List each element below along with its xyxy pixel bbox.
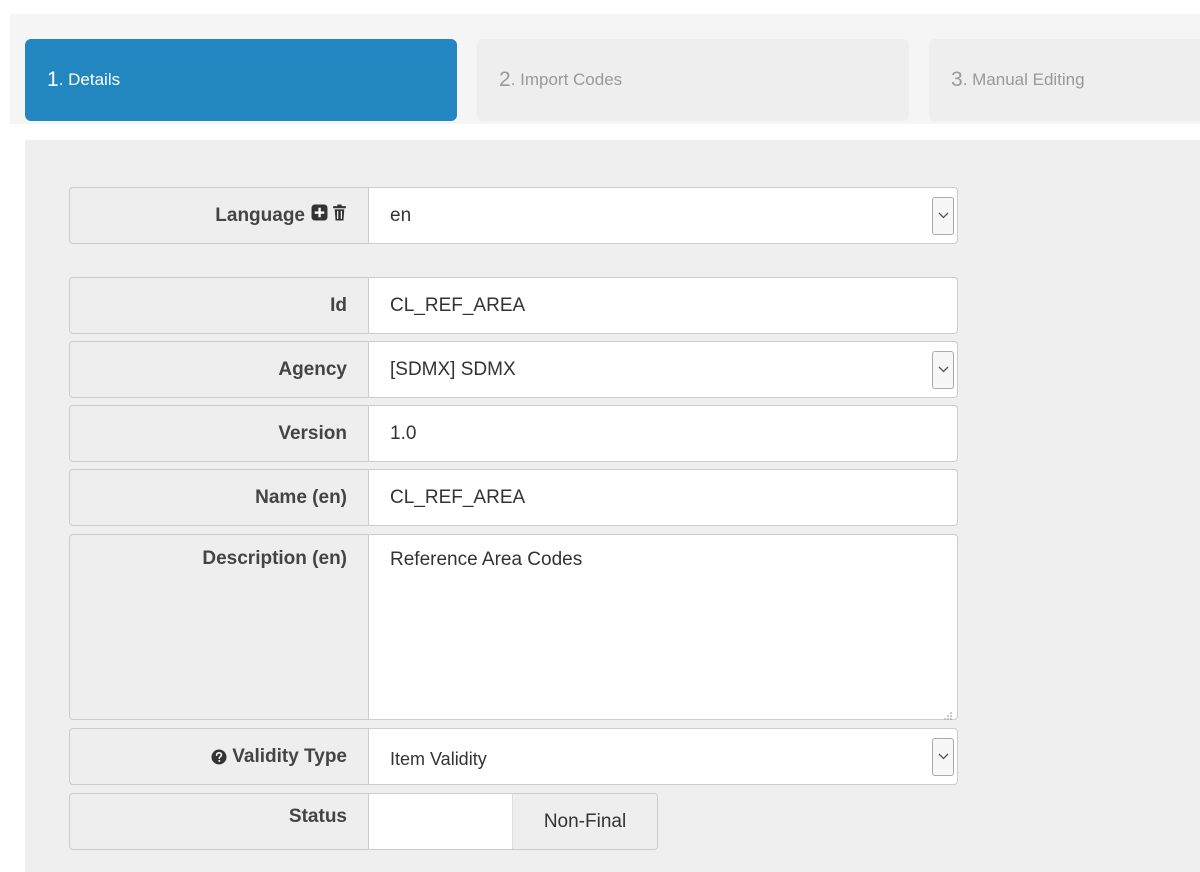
step-number: 1 <box>47 68 59 91</box>
status-toggle-label[interactable]: Non-Final <box>513 794 657 849</box>
id-value: CL_REF_AREA <box>390 294 526 316</box>
name-input[interactable]: CL_REF_AREA <box>368 469 958 526</box>
resize-grip-icon[interactable] <box>943 705 953 720</box>
language-select[interactable]: en <box>368 187 958 244</box>
step-number: 3 <box>951 68 963 91</box>
trash-icon[interactable] <box>332 204 347 227</box>
version-label-text: Version <box>278 422 347 444</box>
id-label-text: Id <box>330 294 347 316</box>
version-input[interactable]: 1.0 <box>368 405 958 462</box>
step-label: . Import Codes <box>510 70 623 89</box>
validity-type-label: Validity Type <box>69 728 369 785</box>
step-import-codes[interactable]: 2. Import Codes <box>477 39 909 121</box>
step-manual-editing[interactable]: 3. Manual Editing <box>929 39 1200 121</box>
chevron-down-icon[interactable] <box>932 737 954 776</box>
version-value: 1.0 <box>390 422 417 444</box>
language-value: en <box>390 204 412 226</box>
id-label: Id <box>69 277 369 334</box>
agency-select[interactable]: [SDMX] SDMX <box>368 341 958 398</box>
chevron-down-icon[interactable] <box>932 350 954 389</box>
status-toggle-off[interactable] <box>369 794 513 849</box>
description-value: Reference Area Codes <box>390 549 583 570</box>
description-label: Description (en) <box>69 534 369 720</box>
language-label-text: Language <box>215 204 305 226</box>
id-input[interactable]: CL_REF_AREA <box>368 277 958 334</box>
name-value: CL_REF_AREA <box>390 486 526 508</box>
agency-value: [SDMX] SDMX <box>390 358 516 380</box>
question-circle-icon[interactable] <box>211 749 227 765</box>
status-value: Non-Final <box>543 810 627 832</box>
chevron-down-icon[interactable] <box>932 196 954 235</box>
description-textarea[interactable]: Reference Area Codes <box>368 534 958 720</box>
plus-square-icon[interactable] <box>311 204 328 227</box>
step-details[interactable]: 1. Details <box>25 39 457 121</box>
agency-label: Agency <box>69 341 369 398</box>
step-number: 2 <box>499 68 511 91</box>
name-label-text: Name (en) <box>255 486 347 508</box>
version-label: Version <box>69 405 369 462</box>
validity-type-label-text: Validity Type <box>232 745 347 767</box>
status-label-text: Status <box>288 806 347 827</box>
agency-label-text: Agency <box>278 358 347 380</box>
validity-type-value: Item Validity <box>390 749 487 769</box>
step-label: . Manual Editing <box>962 70 1085 89</box>
validity-type-select[interactable]: Item Validity <box>368 728 958 785</box>
status-label: Status <box>69 793 369 850</box>
description-label-text: Description (en) <box>202 548 347 569</box>
status-toggle[interactable]: Non-Final <box>368 793 658 850</box>
step-label: . Details <box>58 70 121 89</box>
name-label: Name (en) <box>69 469 369 526</box>
language-label: Language <box>69 187 369 244</box>
page: 1. Details 2. Import Codes 3. Manual Edi… <box>0 0 1200 872</box>
